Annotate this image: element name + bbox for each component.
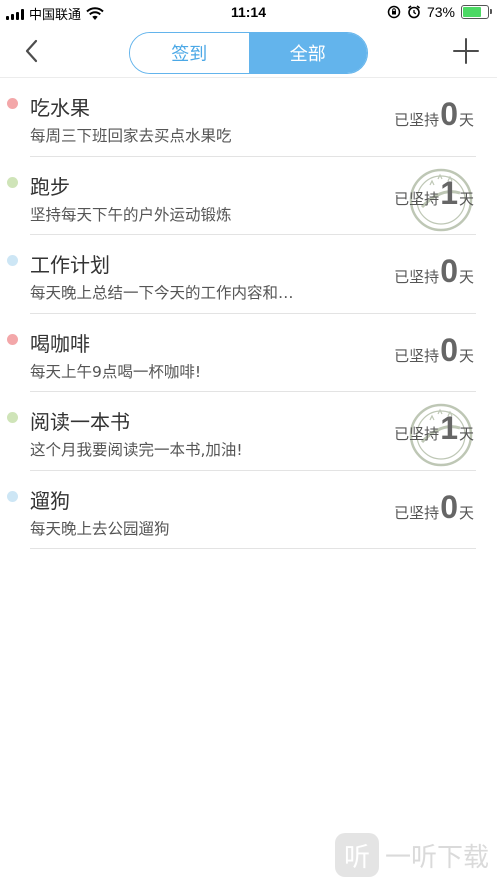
streak-prefix: 已坚持 [394,268,440,286]
streak-suffix: 天 [458,189,474,208]
color-dot [7,333,18,345]
streak-prefix: 已坚持 [394,425,440,443]
habit-title: 喝咖啡 [30,331,90,356]
streak-days: 1 [440,174,458,211]
watermark: 听 一听下载 [334,833,489,877]
streak-days: 0 [440,96,458,132]
watermark-text: 一听下载 [384,842,489,873]
habit-title: 工作计划 [30,253,110,277]
tab-all[interactable]: 全部 [248,33,367,73]
color-dot [7,98,18,109]
streak-counter: 已坚持 0 天 [394,489,474,526]
habit-title: 跑步 [30,174,70,199]
streak-suffix: 天 [458,346,474,365]
color-dot [7,176,18,188]
habit-row[interactable]: 跑步坚持每天下午的户外运动锻炼 已坚持 1 天 [7,157,476,235]
battery-percent: 73% [426,4,455,20]
habit-description: 每天上午9点喝一杯咖啡! [30,362,202,381]
habit-description: 每天晚上去公园遛狗 [30,519,170,538]
segmented-control: 签到 全部 [129,32,368,74]
alarm-icon [407,5,420,19]
streak-counter: 已坚持 0 天 [394,96,474,133]
streak-suffix: 天 [458,111,474,129]
watermark-logo: 听 [334,833,379,877]
habit-row[interactable]: 喝咖啡每天上午9点喝一杯咖啡! 已坚持 0 天 [7,314,476,392]
streak-counter: 已坚持 1 天 [394,410,474,447]
streak-prefix: 已坚持 [394,111,440,129]
streak-prefix: 已坚持 [394,503,440,522]
habit-title: 吃水果 [30,96,90,120]
battery-fill [463,7,481,17]
streak-counter: 已坚持 1 天 [394,175,474,212]
color-dot [7,255,18,266]
chevron-left-icon[interactable] [18,36,48,66]
habit-description: 每天晚上总结一下今天的工作内容和… [30,284,294,302]
streak-counter: 已坚持 0 天 [394,332,474,369]
streak-days: 0 [440,331,458,368]
habit-description: 这个月我要阅读完一本书,加油! [30,441,243,459]
orientation-lock-icon [387,5,401,19]
habit-row[interactable]: 吃水果每周三下班回家去买点水果吃 已坚持 0 天 [7,78,476,157]
habit-description: 每周三下班回家去买点水果吃 [30,127,232,145]
habit-title: 阅读一本书 [30,410,130,434]
status-right: 73% [387,4,492,20]
battery-icon [461,5,492,19]
status-bar: 中国联通 11:14 73% [0,0,497,26]
streak-suffix: 天 [458,425,474,443]
habit-row[interactable]: 阅读一本书这个月我要阅读完一本书,加油! 已坚持 1 天 [7,392,476,471]
streak-days: 1 [440,410,458,446]
habit-list: 吃水果 每周三下班回家去买点水果吃 已坚持 0 天跑步 坚持每天下午的户外运动锻炼 已坚持 1… [0,78,497,549]
streak-days: 0 [440,488,458,525]
tab-checkin[interactable]: 签到 [130,33,249,73]
streak-suffix: 天 [458,268,474,286]
nav-bar: 签到 全部 [0,26,497,78]
streak-suffix: 天 [458,503,474,522]
habit-row[interactable]: 工作计划每天晚上总结一下今天的工作内容和… 已坚持 0 天 [7,235,476,314]
color-dot [7,490,18,502]
streak-prefix: 已坚持 [394,189,440,208]
streak-prefix: 已坚持 [394,346,440,365]
habit-row[interactable]: 遛狗每天晚上去公园遛狗 已坚持 0 天 [7,471,476,549]
plus-icon[interactable] [451,36,481,66]
habit-title: 遛狗 [30,488,70,513]
habit-description: 坚持每天下午的户外运动锻炼 [30,205,232,224]
streak-days: 0 [440,253,458,289]
color-dot [7,412,18,423]
streak-counter: 已坚持 0 天 [394,253,474,290]
